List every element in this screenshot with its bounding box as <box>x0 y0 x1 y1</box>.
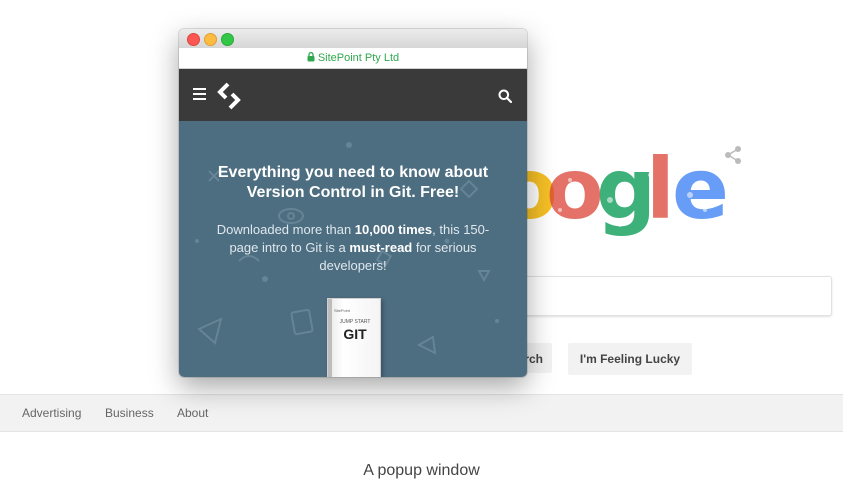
promo-hero[interactable]: Everything you need to know about Versio… <box>179 121 527 377</box>
google-footer: Advertising Business About <box>0 394 843 432</box>
svg-text:l: l <box>646 140 675 238</box>
google-doodle-logo[interactable]: o o g l e <box>500 140 730 250</box>
share-icon[interactable] <box>722 144 744 166</box>
window-titlebar[interactable] <box>179 29 527 48</box>
site-navbar <box>179 69 527 121</box>
book-publisher: SitePoint <box>334 308 351 313</box>
close-window-button[interactable] <box>187 33 200 46</box>
google-search-input[interactable] <box>520 276 832 316</box>
git-book-cover[interactable]: SitePoint JUMP START GIT <box>327 298 381 377</box>
sitepoint-logo-icon[interactable] <box>217 82 241 110</box>
url-bar[interactable]: SitePoint Pty Ltd <box>179 48 527 69</box>
book-series: JUMP START <box>339 319 371 325</box>
feeling-lucky-button[interactable]: I'm Feeling Lucky <box>568 343 692 375</box>
caption: A popup window <box>363 462 480 479</box>
footer-link-business[interactable]: Business <box>105 406 154 420</box>
minimize-window-button[interactable] <box>204 33 217 46</box>
book-title: GIT <box>343 326 367 342</box>
maximize-window-button[interactable] <box>221 33 234 46</box>
hamburger-menu-icon[interactable] <box>193 88 206 100</box>
promo-title: Everything you need to know about Versio… <box>217 164 489 201</box>
footer-link-about[interactable]: About <box>177 406 208 420</box>
footer-link-advertising[interactable]: Advertising <box>22 406 81 420</box>
lock-icon <box>307 52 315 62</box>
popup-window: SitePoint Pty Ltd Everything you need to… <box>179 29 527 377</box>
svg-text:e: e <box>672 140 729 238</box>
search-icon[interactable] <box>498 89 512 103</box>
url-label: SitePoint Pty Ltd <box>317 52 400 64</box>
promo-description: Downloaded more than 10,000 times, this … <box>216 222 490 273</box>
